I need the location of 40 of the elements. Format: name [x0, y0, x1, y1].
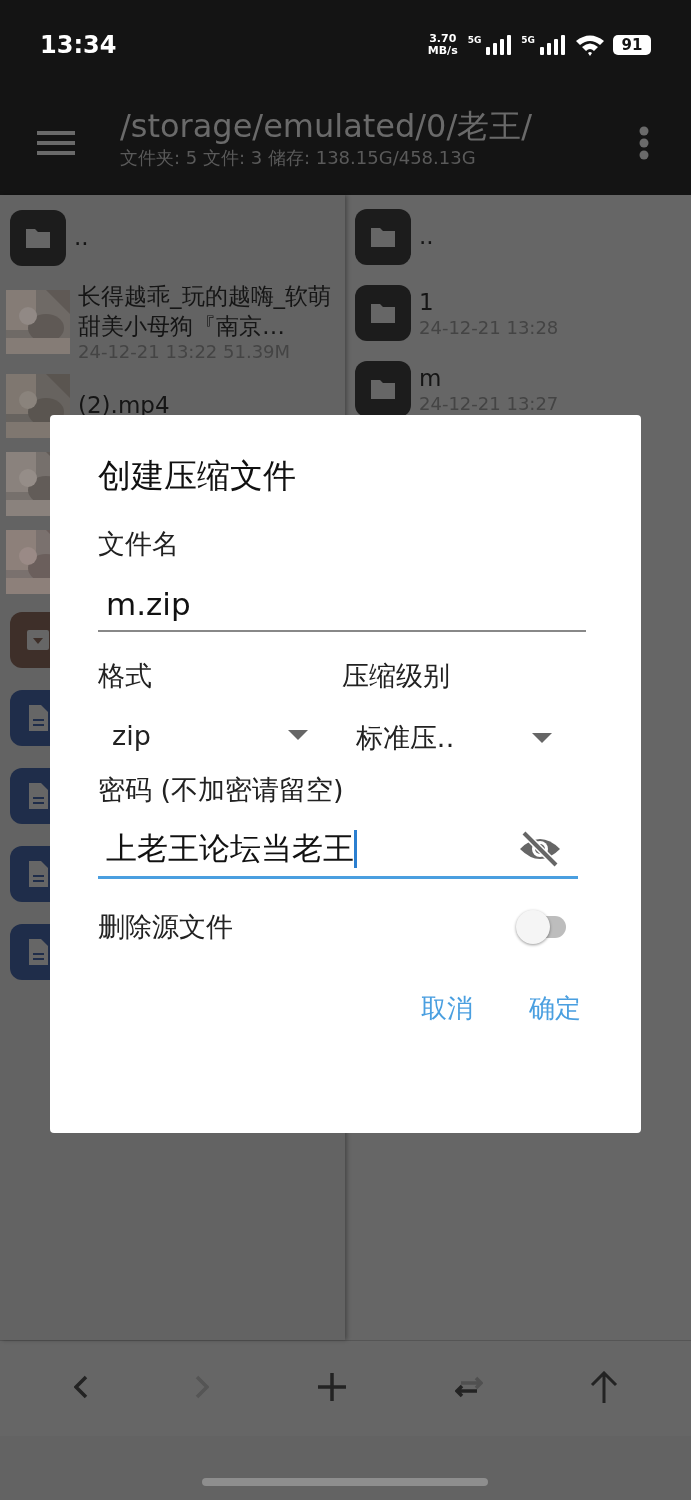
field-label: 格式 [98, 658, 153, 693]
folder-icon [10, 210, 66, 266]
visibility-icon[interactable] [518, 828, 562, 869]
folder-name: 1 [419, 287, 435, 317]
folder-icon [355, 285, 411, 341]
folder-icon [355, 361, 411, 417]
folder-name: .. [419, 222, 434, 252]
format-dropdown[interactable]: zip [98, 693, 332, 763]
password-field[interactable]: 上老王论坛当老王 [98, 815, 578, 879]
wifi-icon [575, 34, 605, 56]
caret-icon [531, 732, 552, 743]
toggle-switch[interactable] [516, 909, 568, 944]
file-name: (2).mp4 [78, 391, 170, 421]
file-name: 长得越乖_玩的越嗨_软萌甜美小母狗『南京… [78, 281, 332, 341]
signal-icon [539, 35, 565, 55]
swap-icon [454, 1375, 483, 1399]
folder-name: m [419, 363, 443, 393]
caret-icon [288, 730, 308, 741]
menu-icon[interactable] [37, 128, 75, 157]
network-type: 5G [521, 35, 535, 46]
network-speed: 3.70 [429, 33, 457, 45]
battery-level: 91 [621, 36, 643, 54]
field-label: 压缩级别 [341, 658, 451, 693]
folder-icon [355, 209, 411, 265]
clock-time: 13:34 [40, 31, 117, 59]
network-speed-unit: MB/s [427, 45, 458, 57]
storage-summary: 文件夹: 5 文件: 3 储存: 138.15G/458.13G [120, 145, 477, 170]
more-icon[interactable] [639, 125, 649, 160]
dialog-title: 创建压缩文件 [98, 455, 297, 497]
back-icon [73, 1375, 88, 1399]
up-icon [589, 1370, 618, 1404]
file-name: .. [74, 223, 89, 253]
network-type: 5G [467, 35, 482, 46]
folder-path: /storage/emulated/0/老王/ [120, 107, 533, 146]
field-label: 文件名 [98, 526, 180, 561]
add-icon [315, 1371, 348, 1403]
field-label: 密码 (不加密请留空) [98, 772, 345, 807]
signal-icon [485, 35, 512, 55]
level-dropdown[interactable]: 标准压‥ [341, 693, 576, 768]
option-label: 删除源文件 [98, 909, 233, 944]
